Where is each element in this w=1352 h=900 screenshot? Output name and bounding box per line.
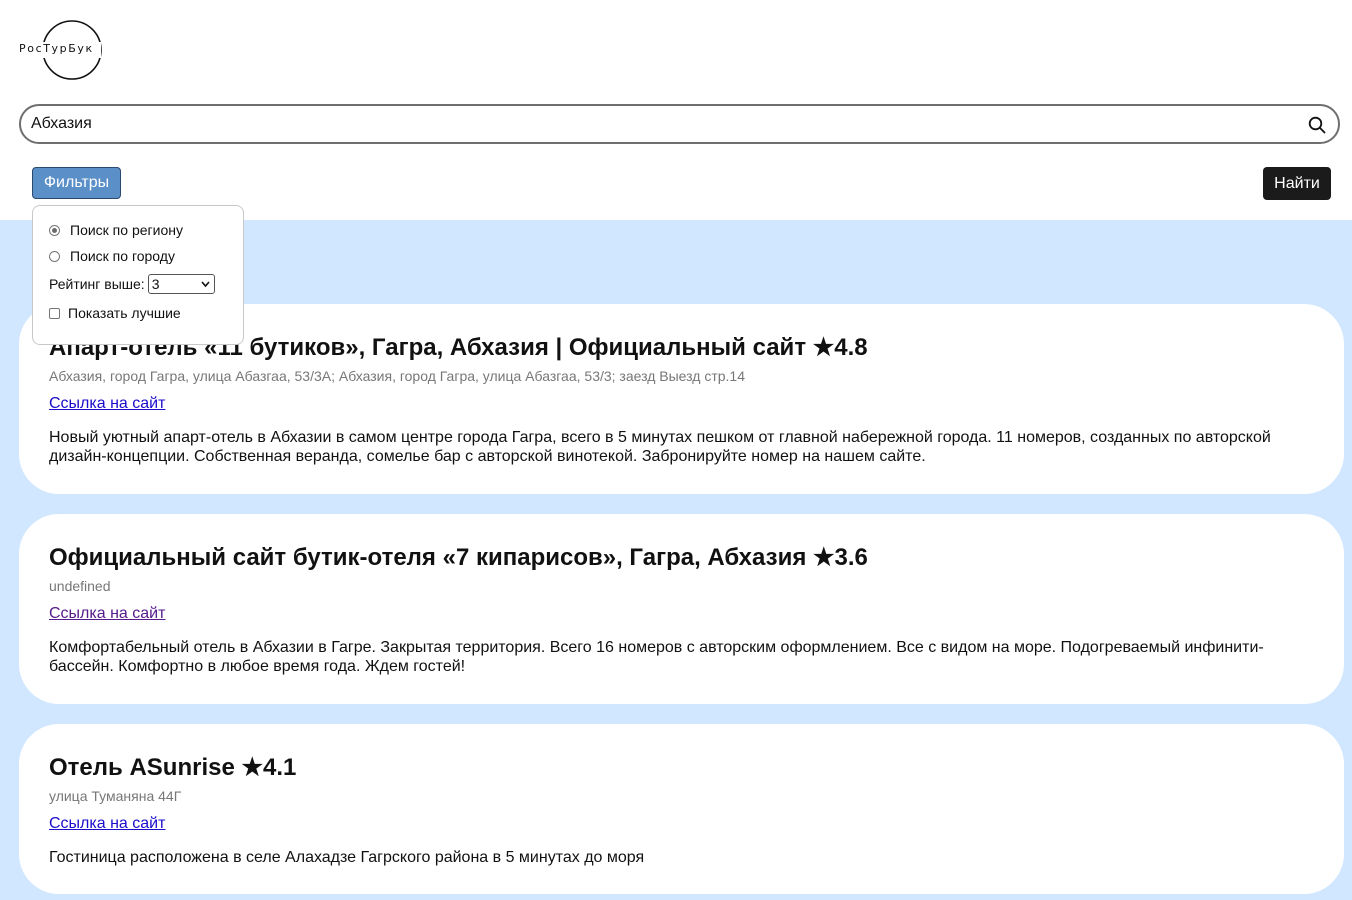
result-description: Гостиница расположена в селе Алахадзе Га… — [49, 849, 645, 866]
rating-select-value: 3 — [151, 276, 160, 292]
city-label: Поиск по городу — [70, 248, 175, 264]
filters-button[interactable]: Фильтры — [32, 167, 121, 199]
find-button[interactable]: Найти — [1263, 167, 1331, 200]
logo-text: РосТурБук — [19, 42, 94, 55]
chevron-down-icon — [201, 281, 210, 288]
logo[interactable]: РосТурБук — [17, 20, 102, 80]
result-address: улица Туманяна 44Г — [49, 788, 182, 804]
search-icon[interactable] — [1308, 116, 1326, 134]
result-card: Официальный сайт бутик-отеля «7 кипарисо… — [19, 514, 1344, 704]
result-site-link[interactable]: Ссылка на сайт — [49, 814, 165, 834]
result-site-link[interactable]: Ссылка на сайт — [49, 604, 165, 624]
rating-label: Рейтинг выше: — [49, 276, 145, 292]
filter-region-option[interactable]: Поиск по региону — [49, 222, 183, 238]
result-title: Официальный сайт бутик-отеля «7 кипарисо… — [49, 544, 868, 571]
result-title: Отель ASunrise ★4.1 — [49, 754, 297, 781]
result-card: Отель ASunrise ★4.1 улица Туманяна 44Г С… — [19, 724, 1344, 894]
best-label: Показать лучшие — [68, 305, 181, 321]
result-site-link[interactable]: Ссылка на сайт — [49, 394, 165, 414]
result-description: Новый уютный апарт-отель в Абхазии в сам… — [49, 429, 1271, 465]
result-description: Комфортабельный отель в Абхазии в Гагре.… — [49, 639, 1264, 675]
search-input[interactable] — [31, 106, 1301, 142]
best-checkbox[interactable] — [49, 307, 60, 319]
city-radio[interactable] — [49, 250, 60, 262]
result-address: Абхазия, город Гагра, улица Абазгаа, 53/… — [49, 368, 745, 384]
result-address: undefined — [49, 578, 111, 594]
search-bar — [19, 104, 1340, 144]
rating-select[interactable]: 3 — [147, 274, 215, 294]
filter-city-option[interactable]: Поиск по городу — [49, 248, 175, 264]
region-radio[interactable] — [49, 224, 60, 236]
filter-rating-row: Рейтинг выше: 3 — [49, 274, 215, 294]
filters-panel: Поиск по региону Поиск по городу Рейтинг… — [32, 205, 244, 345]
region-label: Поиск по региону — [70, 222, 183, 238]
filter-best-option[interactable]: Показать лучшие — [49, 305, 181, 321]
